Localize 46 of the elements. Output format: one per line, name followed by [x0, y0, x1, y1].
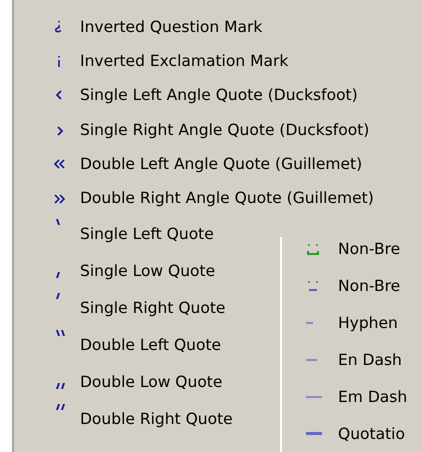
menu-item-label: Double Low Quote	[80, 372, 222, 391]
double-right-quote-icon	[56, 404, 65, 410]
double-left-quote-icon	[56, 330, 65, 336]
menu-item-label: Hyphen	[338, 314, 398, 332]
menu-item-label: Non-Bre	[338, 240, 400, 258]
double-low-quote-icon	[56, 382, 65, 389]
menu-item[interactable]: Double Low Quote	[14, 363, 280, 400]
menu-item-label: Single Left Quote	[80, 224, 214, 243]
menu-item-label: Quotatio	[338, 424, 405, 443]
menu-item[interactable]: Non-Bre	[282, 267, 408, 304]
menu-item[interactable]: Inverted Question Mark	[14, 10, 422, 44]
menu-item-label: Inverted Exclamation Mark	[80, 52, 288, 70]
menu-item[interactable]: Single Left Angle Quote (Ducksfoot)	[14, 78, 422, 113]
menu-item-label: Em Dash	[338, 388, 408, 406]
menu-item[interactable]: Quotatio	[282, 415, 408, 452]
menu-item-label: Single Right Quote	[80, 298, 226, 317]
menu-item-label: Double Left Quote	[80, 336, 222, 354]
menu-item[interactable]: Single Right Angle Quote (Ducksfoot)	[14, 112, 422, 147]
menu-item[interactable]: En Dash	[282, 341, 408, 378]
low-quote-icon	[56, 272, 60, 278]
menu-item-label: Double Left Angle Quote (Guillemet)	[80, 154, 362, 173]
menu-item-label: Double Right Angle Quote (Guillemet)	[80, 188, 374, 207]
menu-item[interactable]: Double Right Angle Quote (Guillemet)	[14, 180, 422, 216]
hyphen-icon	[306, 322, 313, 324]
menu-item-label: Double Right Quote	[80, 410, 233, 428]
menu-item[interactable]: Double Right Quote	[14, 400, 280, 438]
left-quote-icon	[56, 219, 60, 226]
right-quote-icon	[56, 293, 60, 300]
menu-item[interactable]: Hyphen	[282, 304, 408, 342]
menu-item[interactable]: Inverted Exclamation Mark	[14, 44, 422, 78]
menu-item[interactable]: Single Low Quote	[14, 252, 280, 290]
menu-item[interactable]: Em Dash	[282, 378, 408, 416]
menu-item[interactable]: Single Left Quote	[14, 215, 280, 252]
menu-item-label: En Dash	[338, 350, 402, 369]
menu-item[interactable]: Non-Bre	[282, 230, 408, 268]
menu-item-label: Single Right Angle Quote (Ducksfoot)	[80, 120, 370, 139]
menu-item-label: Single Low Quote	[80, 262, 216, 280]
menu-item-label: Non-Bre	[338, 276, 400, 295]
long-dash-icon	[306, 396, 322, 398]
menu-item[interactable]: Double Left Quote	[14, 326, 280, 364]
menu-item-label: Inverted Question Mark	[80, 18, 262, 36]
bar-icon	[306, 432, 322, 436]
menu-item[interactable]: Double Left Angle Quote (Guillemet)	[14, 146, 422, 181]
menu-item-label: Single Left Angle Quote (Ducksfoot)	[80, 86, 358, 104]
dash-icon	[306, 358, 317, 361]
menu-item[interactable]: Single Right Quote	[14, 289, 280, 326]
